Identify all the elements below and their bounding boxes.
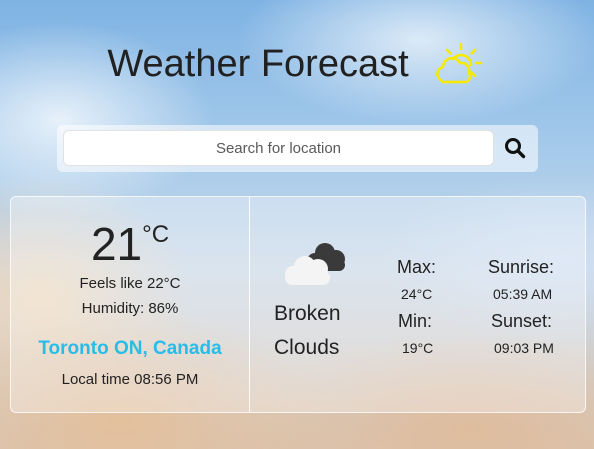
temperature: 21°C	[11, 217, 249, 271]
temperature-value: 21	[90, 218, 143, 270]
search-input[interactable]	[63, 130, 494, 166]
description-line-2: Clouds	[274, 336, 340, 359]
header: Weather Forecast	[0, 40, 594, 88]
feels-like: Feels like 22°C	[79, 275, 181, 292]
sunrise-label: Sunrise:	[488, 257, 555, 277]
current-conditions-panel: 21°C Feels like 22°C Humidity: 86% Toron…	[11, 197, 249, 412]
sunset-value: 09:03 PM	[494, 340, 554, 356]
partly-sunny-icon	[435, 42, 482, 84]
sunrise-value: 05:39 AM	[493, 286, 553, 302]
weather-description: Broken Clouds	[274, 297, 364, 365]
divider	[249, 197, 250, 412]
max-label: Max:	[397, 257, 437, 277]
local-time: Local time 08:56 PM	[61, 371, 199, 388]
sunset-label: Sunset:	[491, 311, 553, 331]
broken-clouds-icon	[285, 243, 345, 285]
temperature-unit: °C	[142, 221, 170, 248]
min-value: 19°C	[402, 340, 434, 356]
max-value: 24°C	[401, 286, 433, 302]
search-bar	[57, 125, 538, 172]
search-button[interactable]	[500, 133, 530, 163]
humidity: Humidity: 86%	[81, 300, 179, 317]
description-line-1: Broken	[274, 302, 341, 325]
location-name: Toronto ON, Canada	[38, 338, 222, 359]
weather-card: 21°C Feels like 22°C Humidity: 86% Toron…	[10, 196, 586, 413]
min-label: Min:	[398, 311, 433, 331]
search-icon	[505, 138, 526, 159]
page-title: Weather Forecast	[107, 42, 409, 85]
